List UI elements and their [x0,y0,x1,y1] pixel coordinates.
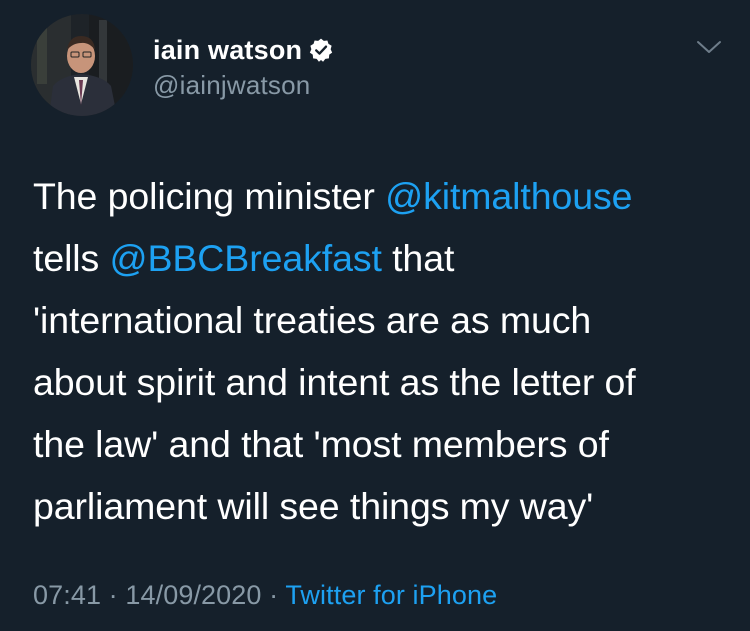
tweet-text-segment: tells [33,237,110,279]
chevron-down-icon[interactable] [693,36,725,58]
avatar[interactable] [31,14,133,116]
tweet-source-link[interactable]: Twitter for iPhone [285,580,497,610]
tweet-line: the law' and that 'most members of [33,413,733,475]
tweet-date[interactable]: 14/09/2020 [125,580,261,610]
tweet-text-segment: 'international treaties are as much [33,299,592,341]
verified-badge-icon [308,37,334,63]
tweet-text-segment: parliament will see things my way' [33,485,594,527]
tweet-line: parliament will see things my way' [33,475,733,537]
tweet-text-segment: the law' and that 'most members of [33,423,609,465]
mention-link[interactable]: @BBCBreakfast [110,237,382,279]
avatar-photo [31,14,133,116]
tweet-text: The policing minister @kitmalthouse tell… [33,165,733,537]
tweet-meta: 07:41 · 14/09/2020 · Twitter for iPhone [33,580,497,611]
tweet-line: The policing minister @kitmalthouse [33,165,733,227]
tweet-text-segment: The policing minister [33,175,386,217]
name-row: iain watson [153,34,334,66]
author-block[interactable]: iain watson @iainjwatson [153,34,334,101]
mention-link[interactable]: @kitmalthouse [385,175,632,217]
handle[interactable]: @iainjwatson [153,70,334,101]
display-name[interactable]: iain watson [153,35,302,66]
tweet: iain watson @iainjwatson The policing mi… [0,0,750,631]
meta-separator: · [261,580,286,610]
tweet-text-segment: that [381,237,455,279]
tweet-line: tells @BBCBreakfast that [33,227,733,289]
meta-separator: · [101,580,126,610]
tweet-line: 'international treaties are as much [33,289,733,351]
tweet-text-segment: about spirit and intent as the letter of [33,361,636,403]
tweet-line: about spirit and intent as the letter of [33,351,733,413]
tweet-time[interactable]: 07:41 [33,580,101,610]
